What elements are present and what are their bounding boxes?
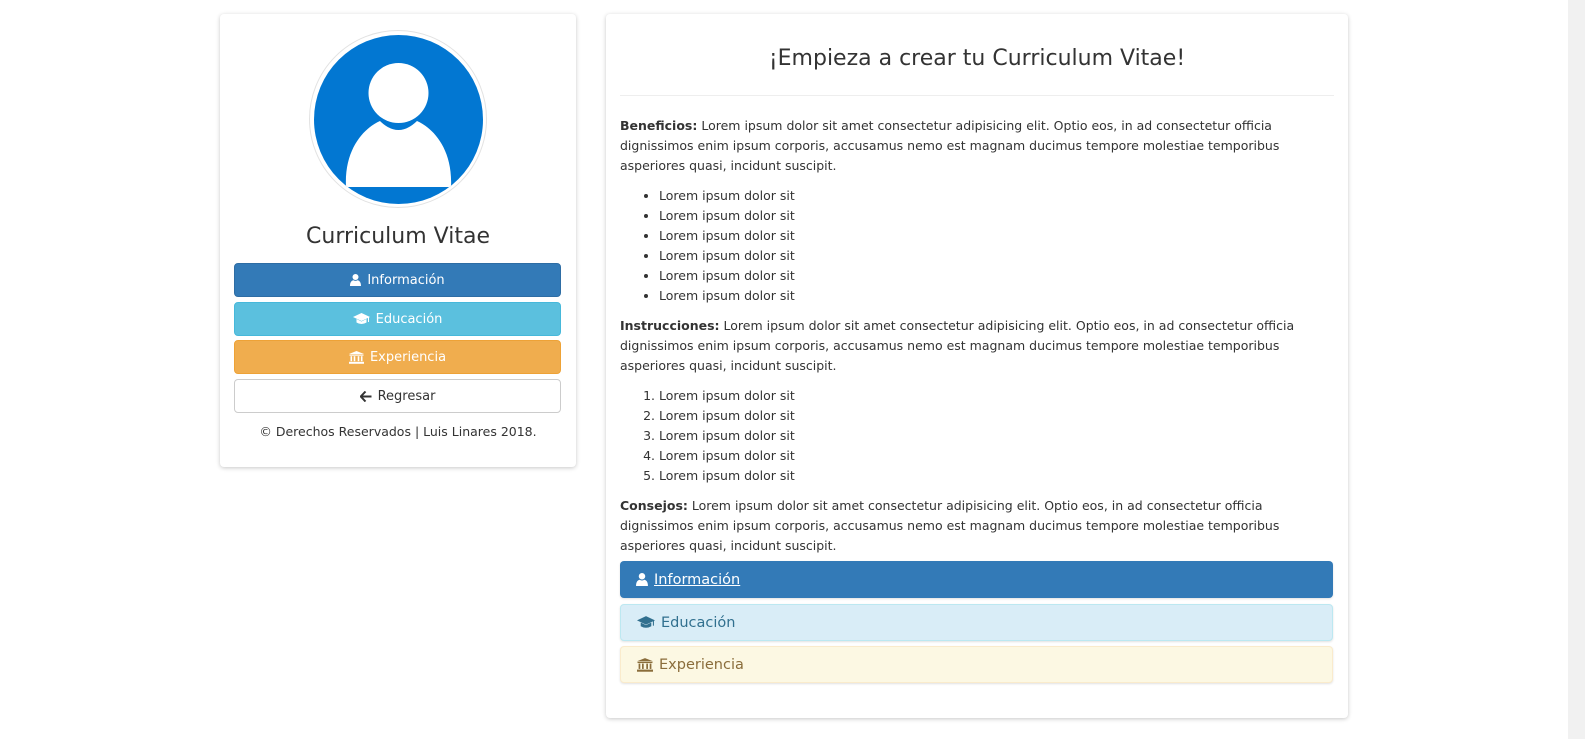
info-panel-heading[interactable]: Información	[620, 561, 1333, 598]
copyright-text: © Derechos Reservados | Luis Linares 201…	[259, 424, 537, 439]
list-item: Lorem ipsum dolor sit	[659, 246, 1334, 266]
arrow-left-icon	[359, 390, 372, 402]
list-item: Lorem ipsum dolor sit	[659, 206, 1334, 226]
divider	[620, 95, 1334, 96]
education-button-label: Educación	[375, 311, 443, 327]
list-item: Lorem ipsum dolor sit	[659, 426, 1334, 446]
sidebar-title: Curriculum Vitae	[306, 224, 490, 249]
main-content: Beneficios: Lorem ipsum dolor sit amet c…	[620, 116, 1334, 566]
list-item: Lorem ipsum dolor sit	[659, 406, 1334, 426]
institution-icon	[348, 350, 364, 364]
benefits-text: Lorem ipsum dolor sit amet consectetur a…	[620, 118, 1280, 173]
graduation-cap-icon	[352, 313, 370, 325]
tips-text: Lorem ipsum dolor sit amet consectetur a…	[620, 498, 1280, 553]
education-panel-heading[interactable]: Educación	[620, 604, 1333, 641]
education-panel-link[interactable]: Educación	[661, 615, 735, 631]
instructions-list: Lorem ipsum dolor sit Lorem ipsum dolor …	[620, 386, 1334, 486]
user-avatar-icon	[313, 34, 483, 204]
list-item: Lorem ipsum dolor sit	[659, 186, 1334, 206]
instructions-text: Lorem ipsum dolor sit amet consectetur a…	[620, 318, 1295, 373]
list-item: Lorem ipsum dolor sit	[659, 466, 1334, 486]
list-item: Lorem ipsum dolor sit	[659, 386, 1334, 406]
list-item: Lorem ipsum dolor sit	[659, 266, 1334, 286]
back-button-label: Regresar	[377, 388, 436, 404]
list-item: Lorem ipsum dolor sit	[659, 226, 1334, 246]
instructions-paragraph: Instrucciones: Lorem ipsum dolor sit ame…	[620, 316, 1334, 376]
benefits-list: Lorem ipsum dolor sit Lorem ipsum dolor …	[620, 186, 1334, 306]
tips-label: Consejos:	[620, 498, 688, 513]
scrollbar[interactable]	[1568, 0, 1585, 739]
back-button[interactable]: Regresar	[234, 379, 561, 413]
instructions-label: Instrucciones:	[620, 318, 720, 333]
info-button[interactable]: Información	[234, 263, 561, 297]
user-icon	[350, 274, 362, 286]
main-card: ¡Empieza a crear tu Curriculum Vitae! Be…	[606, 14, 1348, 718]
list-item: Lorem ipsum dolor sit	[659, 286, 1334, 306]
experience-panel-heading[interactable]: Experiencia	[620, 646, 1333, 683]
experience-panel-link[interactable]: Experiencia	[659, 657, 744, 673]
sidebar-card: Curriculum Vitae Información Educación E…	[220, 14, 576, 467]
graduation-cap-icon	[637, 616, 655, 629]
user-icon	[636, 573, 648, 586]
page-title: ¡Empieza a crear tu Curriculum Vitae!	[768, 46, 1186, 71]
education-button[interactable]: Educación	[234, 302, 561, 336]
experience-button[interactable]: Experiencia	[234, 340, 561, 374]
list-item: Lorem ipsum dolor sit	[659, 446, 1334, 466]
institution-icon	[637, 657, 653, 672]
info-button-label: Información	[367, 272, 445, 288]
avatar	[309, 30, 487, 208]
benefits-paragraph: Beneficios: Lorem ipsum dolor sit amet c…	[620, 116, 1334, 176]
experience-button-label: Experiencia	[369, 349, 447, 365]
info-panel-link[interactable]: Información	[654, 572, 740, 588]
benefits-label: Beneficios:	[620, 118, 698, 133]
tips-paragraph: Consejos: Lorem ipsum dolor sit amet con…	[620, 496, 1334, 556]
